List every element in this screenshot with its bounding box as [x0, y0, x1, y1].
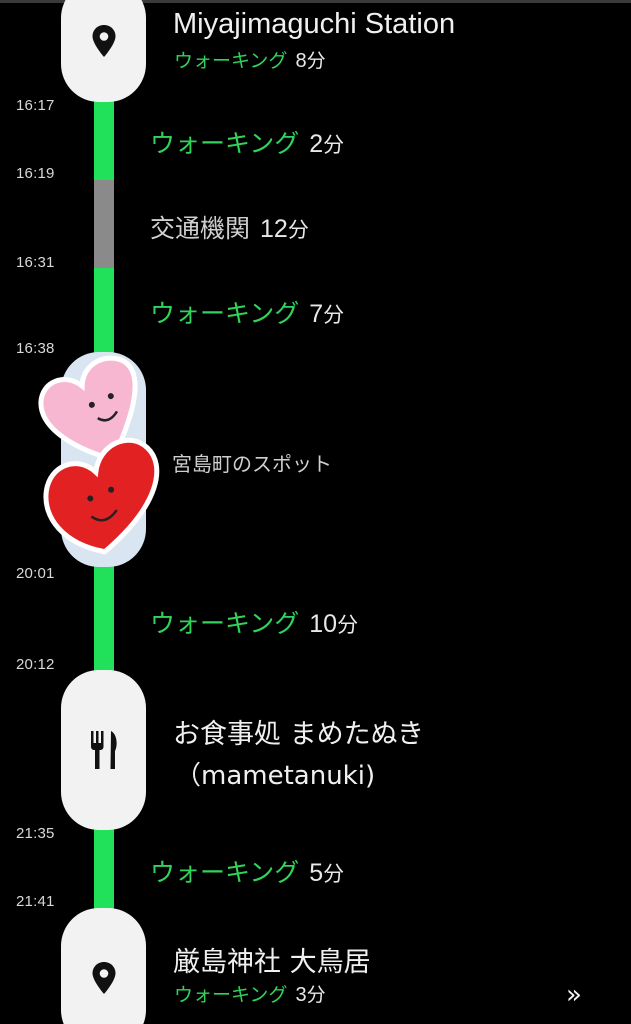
leg-minutes: 12: [260, 215, 288, 243]
leg-mode-label: ウォーキング: [150, 129, 300, 158]
time-label: 21:35: [16, 825, 55, 842]
leg-unit: 分: [323, 133, 345, 157]
time-label: 21:41: [16, 893, 55, 910]
restaurant-name-romaji[interactable]: （mametanuki): [175, 755, 375, 792]
walk-leg[interactable]: ウォーキング 5分: [150, 853, 344, 889]
leg-minutes: 2: [309, 130, 324, 158]
restaurant-name[interactable]: お食事処 まめたぬき: [173, 712, 424, 751]
time-label: 20:01: [16, 565, 55, 582]
leg-minutes: 10: [309, 610, 338, 638]
restaurant-card[interactable]: [61, 670, 146, 830]
leg-unit: 分: [323, 862, 345, 886]
leg-unit: 分: [287, 218, 309, 242]
start-place-name[interactable]: Miyajimaguchi Station: [173, 8, 455, 41]
start-place-card[interactable]: [61, 0, 146, 102]
minutes-unit: 分: [306, 984, 326, 1006]
walk-leg[interactable]: ウォーキング 7分: [150, 294, 344, 330]
walk-minutes: 3: [295, 984, 307, 1006]
spot-name[interactable]: 宮島町のスポット: [172, 448, 332, 477]
walk-track-4: [94, 820, 114, 920]
walk-label: ウォーキング: [174, 984, 288, 1006]
walk-track-1: [94, 90, 114, 182]
time-label: 20:12: [16, 656, 55, 673]
walk-leg[interactable]: ウォーキング 10分: [150, 604, 358, 640]
leg-mode-label: ウォーキング: [150, 299, 300, 328]
end-place-walk: ウォーキング 3分: [174, 980, 326, 1007]
leg-minutes: 7: [309, 300, 324, 328]
fork-knife-icon: [89, 729, 119, 771]
map-pin-icon: [91, 961, 117, 995]
end-place-name[interactable]: 厳島神社 大鳥居: [173, 940, 371, 979]
leg-unit: 分: [337, 613, 359, 637]
transit-leg[interactable]: 交通機関 12分: [150, 209, 309, 245]
time-label: 16:17: [16, 97, 55, 114]
leg-mode-label: ウォーキング: [150, 609, 300, 638]
start-place-walk: ウォーキング 8分: [174, 46, 326, 73]
leg-mode-label: 交通機関: [150, 214, 251, 243]
more-chevron-button[interactable]: »: [566, 980, 582, 1010]
leg-minutes: 5: [309, 859, 324, 887]
heart-sticker-icon: [38, 355, 160, 555]
walk-leg[interactable]: ウォーキング 2分: [150, 124, 344, 160]
transit-track: [94, 180, 114, 270]
time-label: 16:19: [16, 165, 55, 182]
walk-minutes: 8: [295, 50, 307, 72]
minutes-unit: 分: [306, 50, 326, 72]
end-place-card[interactable]: [61, 908, 146, 1024]
time-label: 16:31: [16, 254, 55, 271]
walk-track-3: [94, 560, 114, 680]
route-timeline: Miyajimaguchi Station ウォーキング 8分 16:17 16…: [0, 0, 631, 1024]
walk-label: ウォーキング: [174, 50, 288, 72]
leg-unit: 分: [323, 303, 345, 327]
map-pin-icon: [91, 24, 117, 58]
leg-mode-label: ウォーキング: [150, 858, 300, 887]
